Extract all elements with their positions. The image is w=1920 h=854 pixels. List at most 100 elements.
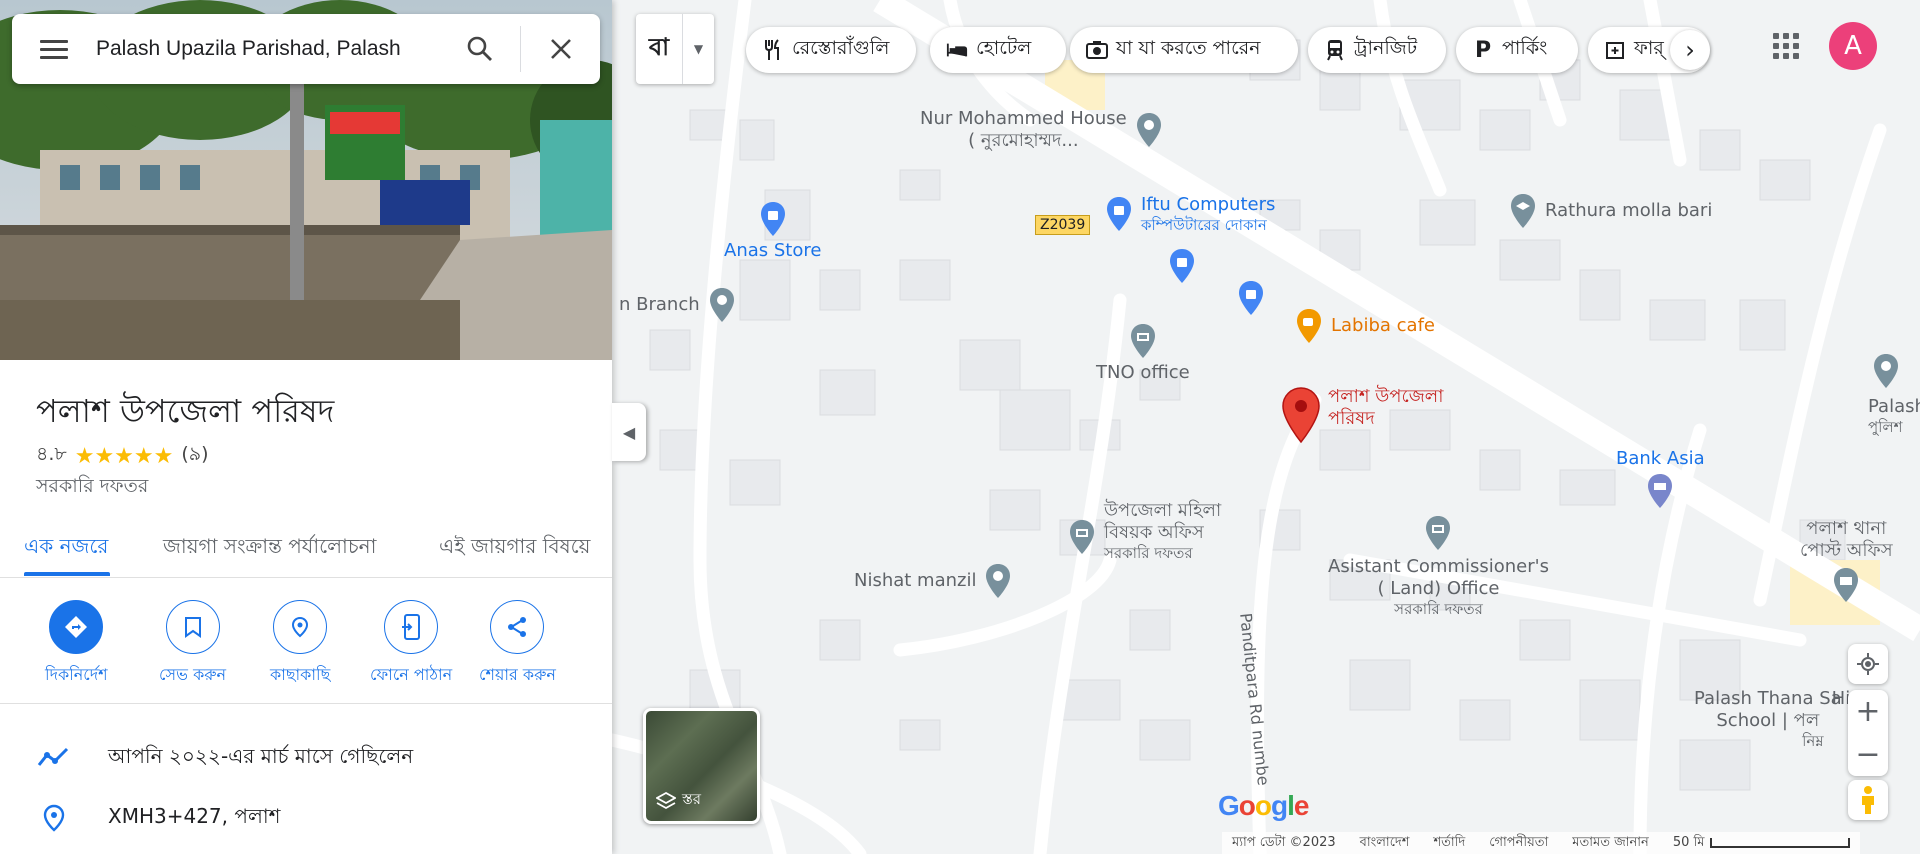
- map-scale[interactable]: 50 মি: [1673, 833, 1851, 854]
- shopping-bag-pin-icon: [1239, 281, 1263, 315]
- road-shield: Z2039: [1035, 215, 1091, 235]
- selected-place-marker[interactable]: পলাশ উপজেলা পরিষদ: [1280, 386, 1443, 444]
- action-label: দিকনির্দেশ: [45, 665, 108, 684]
- poi-label: Asistant Commissioner's: [1328, 556, 1549, 577]
- share-icon: [490, 600, 545, 654]
- street-view-pegman-icon[interactable]: [1848, 780, 1888, 820]
- poi-nishat-manzil[interactable]: Nishat manzil: [854, 562, 1014, 600]
- visit-history-row[interactable]: আপনি ২০২২-এর মার্চ মাসে গেছিলেন: [0, 728, 612, 788]
- poi-bank-asia[interactable]: Bank Asia: [1616, 448, 1705, 510]
- directions-button[interactable]: দিকনির্দেশ: [45, 600, 108, 689]
- nearby-button[interactable]: কাছাকাছি: [270, 600, 330, 689]
- tab-reviews[interactable]: জায়গা সংক্রান্ত পর্যালোচনা: [163, 532, 376, 565]
- school-pin-icon: [1511, 194, 1535, 228]
- poi-palash-thana-school[interactable]: Palash Thana Sa School | পল নিম্ন High: [1694, 688, 1873, 750]
- poi-post-office[interactable]: পলাশ থানা পোস্ট অফিস: [1800, 518, 1893, 604]
- poi-label: Palash Thana Sa: [1694, 688, 1842, 709]
- search-input[interactable]: [96, 14, 440, 84]
- post-office-pin-icon: [1834, 568, 1859, 602]
- poi-label: TNO office: [1096, 362, 1190, 383]
- poi-sublabel: নিম্ন: [1802, 732, 1824, 750]
- my-location-icon[interactable]: [1848, 644, 1888, 684]
- feedback-link[interactable]: মতামত জানান: [1572, 833, 1649, 854]
- hotel-icon: [946, 39, 968, 61]
- poi-label: পলাশ উপজেলা: [1328, 386, 1444, 407]
- poi-label: n Branch: [619, 294, 700, 315]
- layers-button[interactable]: স্তর: [643, 708, 760, 824]
- review-count[interactable]: (৯): [181, 440, 208, 472]
- share-button[interactable]: শেয়ার করুন: [479, 600, 556, 689]
- zoom-in-button[interactable]: +: [1848, 690, 1888, 733]
- send-to-phone-button[interactable]: ফোনে পাঠান: [370, 600, 452, 689]
- camera-icon: [1086, 39, 1108, 61]
- rating-summary[interactable]: ৪.৮ ★★★★★ (৯): [36, 440, 209, 472]
- hamburger-menu-icon[interactable]: [12, 39, 96, 59]
- poi-branch[interactable]: n Branch: [619, 286, 738, 324]
- chip-transit[interactable]: ট্রানজিট: [1308, 27, 1446, 73]
- chip-things-to-do[interactable]: যা যা করতে পারেন: [1070, 27, 1298, 73]
- poi-sublabel: কম্পিউটারের দোকান: [1141, 216, 1267, 234]
- layers-label: স্তর: [682, 790, 702, 808]
- location-pin-icon: [0, 804, 108, 832]
- poi-sublabel: ( নুরমোহাম্মদ...: [968, 130, 1079, 151]
- chip-label: হোটেল: [976, 37, 1032, 59]
- poi-labiba-cafe[interactable]: Labiba cafe: [1293, 307, 1435, 345]
- poi-ac-land-office[interactable]: Asistant Commissioner's ( Land) Office স…: [1328, 514, 1549, 618]
- scale-bar: [1710, 838, 1851, 848]
- transit-icon: [1324, 39, 1346, 61]
- pharmacy-icon: [1604, 39, 1626, 61]
- place-actions: দিকনির্দেশ সেভ করুন কাছাকাছি ফোনে পাঠান …: [0, 600, 612, 704]
- poi-label: Nur Mohammed House: [920, 108, 1127, 129]
- poi-label: পলাশ থানা: [1806, 518, 1887, 539]
- apps-grid-icon[interactable]: [1770, 30, 1802, 62]
- poi-iftu-computers[interactable]: Iftu Computers কম্পিউটারের দোকান: [1103, 194, 1275, 234]
- country-link[interactable]: বাংলাদেশ: [1360, 833, 1410, 854]
- zoom-controls: + −: [1848, 690, 1888, 776]
- place-side-panel: পলাশ উপজেলা পরিষদ ৪.৮ ★★★★★ (৯) সরকারি দ…: [0, 0, 612, 854]
- poi-label: পরিষদ: [1328, 408, 1375, 429]
- send-to-phone-icon: [384, 600, 439, 654]
- poi-label: School | পল: [1716, 710, 1820, 731]
- collapse-panel-button[interactable]: ◀: [612, 403, 646, 461]
- save-button[interactable]: সেভ করুন: [159, 600, 226, 689]
- poi-label: উপজেলা মহিলা: [1104, 500, 1222, 521]
- chevron-right-icon[interactable]: ›: [1670, 30, 1710, 70]
- poi-rathura-molla-bari[interactable]: Rathura molla bari: [1507, 192, 1712, 230]
- chevron-down-icon[interactable]: ▼: [682, 14, 714, 84]
- poi-tno-office[interactable]: TNO office: [1096, 322, 1190, 384]
- poi-shop-2[interactable]: [1235, 279, 1267, 317]
- search-icon[interactable]: [440, 14, 520, 84]
- poi-label: Nishat manzil: [854, 570, 977, 591]
- restaurant-icon: [762, 39, 784, 61]
- poi-upazila-mohila-office[interactable]: উপজেলা মহিলা বিষয়ক অফিস সরকারি দফতর: [1066, 500, 1221, 562]
- close-icon[interactable]: [520, 26, 600, 72]
- poi-sublabel: পুলিশ: [1868, 418, 1903, 436]
- poi-anas-store[interactable]: Anas Store: [724, 200, 821, 262]
- zoom-out-button[interactable]: −: [1848, 733, 1888, 776]
- tab-overview[interactable]: এক নজরে: [24, 532, 108, 565]
- nearby-icon: [273, 600, 328, 654]
- language-switcher[interactable]: বা ▼: [636, 14, 714, 84]
- poi-shop-1[interactable]: [1166, 247, 1198, 285]
- chip-restaurants[interactable]: রেস্তোরাঁগুলি: [746, 27, 916, 73]
- search-box: [12, 14, 600, 84]
- place-category[interactable]: সরকারি দফতর: [36, 472, 148, 504]
- plus-code-row[interactable]: XMH3+427, পলাশ: [0, 788, 612, 848]
- poi-label: পোস্ট অফিস: [1800, 540, 1893, 561]
- cafe-pin-icon: [1297, 309, 1321, 343]
- chip-parking[interactable]: P পার্কিং: [1456, 27, 1578, 73]
- action-label: শেয়ার করুন: [479, 665, 556, 684]
- red-pin-icon: [1282, 387, 1320, 444]
- chip-label: ফার্: [1634, 37, 1664, 59]
- shopping-bag-pin-icon: [1170, 249, 1194, 283]
- map-pin-icon: [1136, 113, 1161, 147]
- bank-pin-icon: [1648, 474, 1673, 508]
- terms-link[interactable]: শর্তাদি: [1433, 833, 1465, 854]
- chip-hotels[interactable]: হোটেল: [930, 27, 1066, 73]
- account-avatar[interactable]: A: [1829, 22, 1877, 70]
- tab-about[interactable]: এই জায়গার বিষয়ে: [439, 532, 590, 565]
- place-title: পলাশ উপজেলা পরিষদ: [36, 392, 335, 430]
- privacy-link[interactable]: গোপনীয়তা: [1489, 833, 1548, 854]
- poi-palash-police[interactable]: Palash পুলিশ: [1868, 352, 1920, 436]
- poi-nur-mohammed-house[interactable]: Nur Mohammed House ( নুরমোহাম্মদ...: [920, 108, 1165, 152]
